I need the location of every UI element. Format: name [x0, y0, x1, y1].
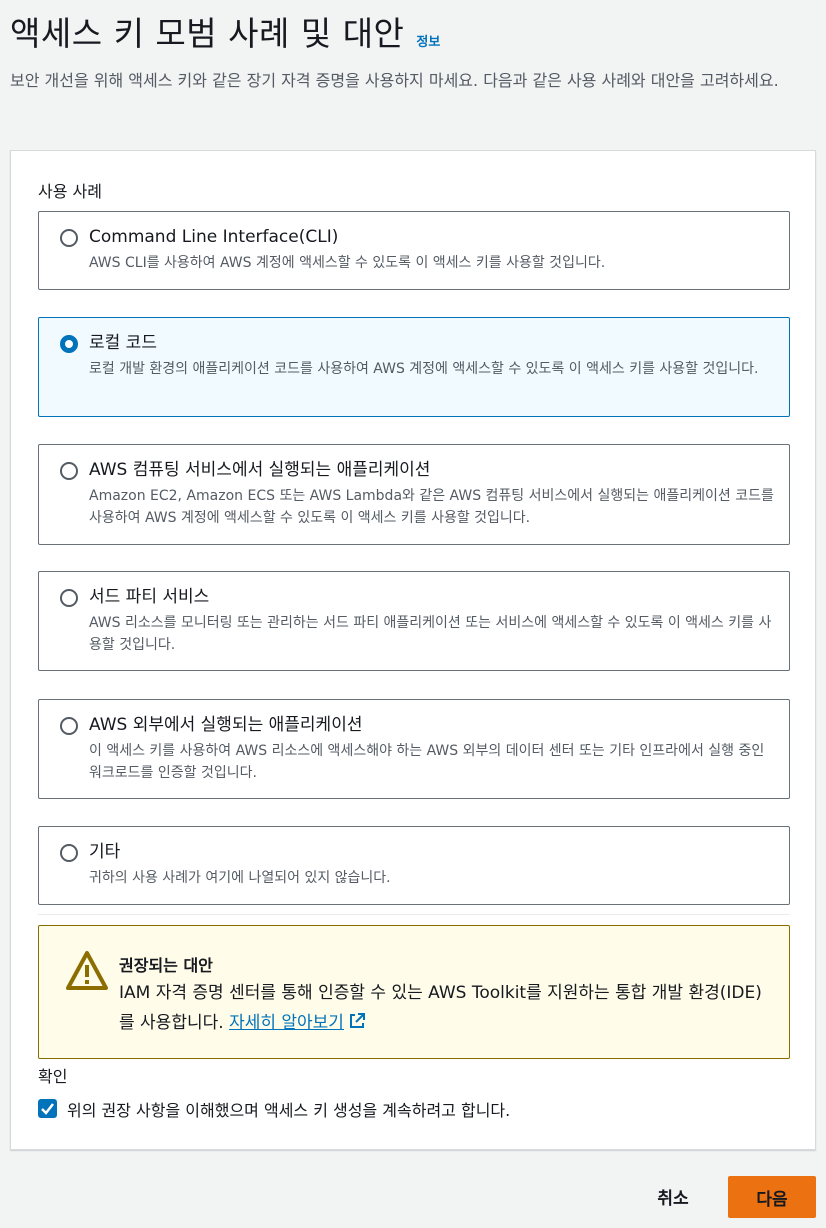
option-description: 귀하의 사용 사례가 여기에 나열되어 있지 않습니다. [89, 870, 391, 886]
alert-body: IAM 자격 증명 센터를 통해 인증할 수 있는 AWS Toolkit를 지… [119, 978, 769, 1038]
radio-button[interactable] [60, 462, 78, 480]
cancel-button[interactable]: 취소 [640, 1176, 706, 1216]
confirm-checkbox-text[interactable]: 위의 권장 사항을 이해했으며 액세스 키 생성을 계속하려고 합니다. [67, 1097, 510, 1121]
radio-button[interactable] [60, 844, 78, 862]
next-button[interactable]: 다음 [728, 1176, 816, 1218]
title-row: 액세스 키 모범 사례 및 대안 정보 [10, 12, 816, 56]
alert-title: 권장되는 대안 [119, 956, 213, 975]
option-title: AWS 외부에서 실행되는 애플리케이션 [89, 715, 363, 735]
confirmation-label: 확인 [38, 1067, 68, 1086]
option-title: 기타 [89, 842, 121, 862]
option-aws-compute[interactable]: AWS 컴퓨팅 서비스에서 실행되는 애플리케이션 Amazon EC2, Am… [38, 444, 790, 545]
option-title: 로컬 코드 [89, 333, 157, 353]
learn-more-link[interactable]: 자세히 알아보기 [229, 1013, 344, 1033]
option-description: AWS CLI를 사용하여 AWS 계정에 액세스할 수 있도록 이 액세스 키… [89, 255, 606, 271]
warning-icon [66, 951, 108, 990]
option-other[interactable]: 기타 귀하의 사용 사례가 여기에 나열되어 있지 않습니다. [38, 826, 790, 905]
option-outside-aws[interactable]: AWS 외부에서 실행되는 애플리케이션 이 액세스 키를 사용하여 AWS 리… [38, 699, 790, 799]
divider [38, 914, 790, 915]
radio-button-checked[interactable] [60, 335, 78, 353]
external-link-icon[interactable] [348, 1012, 366, 1030]
radio-button[interactable] [60, 229, 78, 247]
option-local-code[interactable]: 로컬 코드 로컬 개발 환경의 애플리케이션 코드를 사용하여 AWS 계정에 … [38, 317, 790, 417]
page-title: 액세스 키 모범 사례 및 대안 [10, 14, 405, 53]
option-description: 로컬 개발 환경의 애플리케이션 코드를 사용하여 AWS 계정에 액세스할 수… [89, 361, 759, 377]
option-title: Command Line Interface(CLI) [89, 227, 339, 247]
info-link[interactable]: 정보 [416, 31, 440, 50]
page-header: 액세스 키 모범 사례 및 대안 정보 보안 개선을 위해 액세스 키와 같은 … [10, 12, 816, 95]
page: 액세스 키 모범 사례 및 대안 정보 보안 개선을 위해 액세스 키와 같은 … [0, 0, 826, 1228]
option-description: Amazon EC2, Amazon ECS 또는 AWS Lambda와 같은… [89, 488, 774, 526]
confirm-checkbox[interactable] [38, 1099, 57, 1118]
page-description: 보안 개선을 위해 액세스 키와 같은 장기 자격 증명을 사용하지 마세요. … [10, 71, 779, 90]
radio-button[interactable] [60, 717, 78, 735]
option-title: AWS 컴퓨팅 서비스에서 실행되는 애플리케이션 [89, 460, 431, 480]
option-description: AWS 리소스를 모니터링 또는 관리하는 서드 파티 애플리케이션 또는 서비… [89, 615, 772, 653]
option-description: 이 액세스 키를 사용하여 AWS 리소스에 액세스해야 하는 AWS 외부의 … [89, 743, 765, 781]
recommended-alternative-alert: 권장되는 대안 IAM 자격 증명 센터를 통해 인증할 수 있는 AWS To… [38, 925, 790, 1059]
use-case-panel: 사용 사례 Command Line Interface(CLI) AWS CL… [10, 150, 816, 1150]
option-title: 서드 파티 서비스 [89, 587, 210, 607]
use-case-label: 사용 사례 [38, 182, 102, 201]
radio-button[interactable] [60, 589, 78, 607]
option-cli[interactable]: Command Line Interface(CLI) AWS CLI를 사용하… [38, 211, 790, 290]
alert-body-text: IAM 자격 증명 센터를 통해 인증할 수 있는 AWS Toolkit를 지… [119, 983, 762, 1033]
checkmark-icon [41, 1103, 54, 1115]
option-third-party[interactable]: 서드 파티 서비스 AWS 리소스를 모니터링 또는 관리하는 서드 파티 애플… [38, 571, 790, 671]
